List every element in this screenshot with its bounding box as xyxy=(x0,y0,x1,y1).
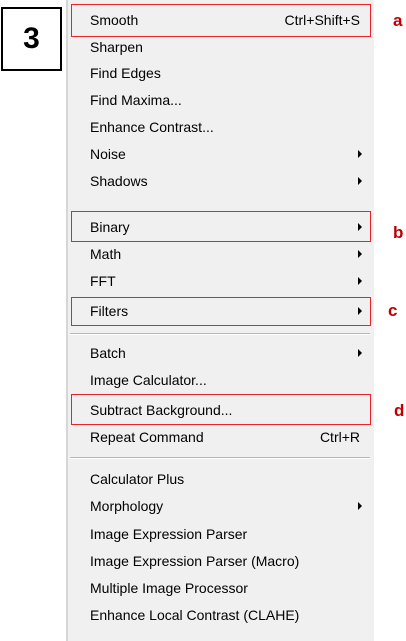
menu-item-shadows[interactable]: Shadows xyxy=(66,168,374,194)
highlight-box-binary xyxy=(71,211,371,242)
menu-item-label: Enhance Contrast... xyxy=(90,119,214,135)
menu-item-shortcut: Ctrl+R xyxy=(319,429,360,445)
menu-item-multiple-image-processor[interactable]: Multiple Image Processor xyxy=(66,575,374,601)
menu-item-label: Repeat Command xyxy=(90,429,204,445)
menu-item-label: Shadows xyxy=(90,173,148,189)
submenu-arrow-icon xyxy=(358,277,362,285)
menu-item-calculator-plus[interactable]: Calculator Plus xyxy=(66,466,374,492)
menu-item-noise[interactable]: Noise xyxy=(66,141,374,167)
submenu-arrow-icon xyxy=(358,150,362,158)
menu-item-label: FFT xyxy=(90,273,116,289)
annotation-label-a: a xyxy=(393,11,403,30)
step-number: 3 xyxy=(23,22,40,55)
menu-item-label: Morphology xyxy=(90,498,164,514)
highlight-box-smooth xyxy=(71,4,371,37)
menu-item-label: Image Calculator... xyxy=(90,372,207,388)
highlight-box-filters xyxy=(71,297,371,326)
annotation-label-d: d xyxy=(394,401,405,420)
menu-item-enhance-contrast[interactable]: Enhance Contrast... xyxy=(66,114,374,140)
menu-item-label: Noise xyxy=(90,146,126,162)
menu-edge xyxy=(66,0,68,641)
annotation-label-c: c xyxy=(388,301,398,320)
submenu-arrow-icon xyxy=(358,177,362,185)
menu-item-image-expression-parser-macro[interactable]: Image Expression Parser (Macro) xyxy=(66,548,374,574)
menu-item-fft[interactable]: FFT xyxy=(66,268,374,294)
menu-item-label: Sharpen xyxy=(90,39,143,55)
menu-item-image-expression-parser[interactable]: Image Expression Parser xyxy=(66,521,374,547)
menu-item-label: Find Maxima... xyxy=(90,92,182,108)
menu-item-sharpen[interactable]: Sharpen xyxy=(66,34,374,60)
menu-separator xyxy=(70,457,370,459)
menu-item-find-maxima[interactable]: Find Maxima... xyxy=(66,87,374,113)
menu-item-enhance-local-contrast[interactable]: Enhance Local Contrast (CLAHE) xyxy=(66,602,374,628)
menu-item-find-edges[interactable]: Find Edges xyxy=(66,60,374,86)
submenu-arrow-icon xyxy=(358,502,362,510)
menu-item-label: Math xyxy=(90,246,122,262)
annotation-label-b: b xyxy=(393,223,404,242)
submenu-arrow-icon xyxy=(358,250,362,258)
menu-item-batch[interactable]: Batch xyxy=(66,340,374,366)
menu-item-morphology[interactable]: Morphology xyxy=(66,493,374,519)
menu-item-math[interactable]: Math xyxy=(66,241,374,267)
menu-item-label: Calculator Plus xyxy=(90,471,185,487)
menu-item-image-calculator[interactable]: Image Calculator... xyxy=(66,367,374,393)
menu-item-label: Multiple Image Processor xyxy=(90,580,248,596)
submenu-arrow-icon xyxy=(358,349,362,357)
menu-item-label: Image Expression Parser (Macro) xyxy=(90,553,300,569)
menu-item-label: Enhance Local Contrast (CLAHE) xyxy=(90,607,300,623)
step-number-box: 3 xyxy=(1,7,62,71)
menu-item-label: Image Expression Parser xyxy=(90,526,248,542)
menu-item-label: Find Edges xyxy=(90,65,161,81)
menu-separator xyxy=(70,333,370,335)
highlight-box-subtract-background xyxy=(71,394,371,425)
menu-item-repeat-command[interactable]: Repeat Command Ctrl+R xyxy=(66,424,374,450)
menu-item-label: Batch xyxy=(90,345,126,361)
